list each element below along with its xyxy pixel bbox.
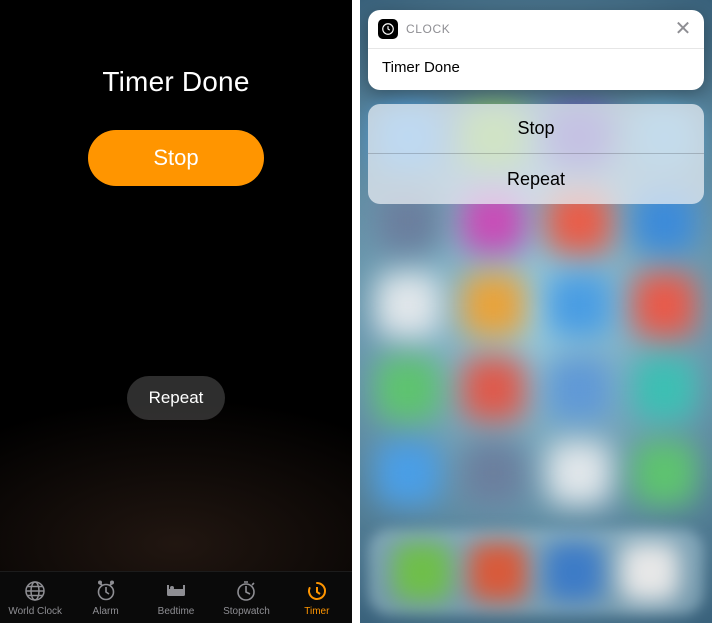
tab-label: Bedtime [158,606,195,617]
timer-done-panel: Timer Done Stop Repeat [0,0,352,571]
notification-app-name: CLOCK [406,22,450,36]
stopwatch-icon [234,579,258,603]
tab-stopwatch[interactable]: Stopwatch [211,579,281,617]
notification-card: CLOCK ✕ Timer Done [368,10,704,90]
globe-icon [23,579,47,603]
tab-label: Stopwatch [223,606,270,617]
alarm-icon [94,579,118,603]
stop-action[interactable]: Stop [368,104,704,154]
homescreen-notification: CLOCK ✕ Timer Done Stop Repeat [360,0,712,623]
clock-app-icon [378,19,398,39]
timer-icon [305,579,329,603]
repeat-action[interactable]: Repeat [368,154,704,204]
clock-app-screen: Timer Done Stop Repeat World Clock [0,0,352,623]
bedtime-icon [164,579,188,603]
tab-alarm[interactable]: Alarm [70,579,140,617]
tab-bedtime[interactable]: Bedtime [141,579,211,617]
tab-label: Alarm [93,606,119,617]
tab-label: Timer [304,606,329,617]
stop-button[interactable]: Stop [88,130,264,186]
notification-title: Timer Done [368,49,704,90]
dock [368,529,704,615]
tab-label: World Clock [8,606,62,617]
notification-actions: Stop Repeat [368,104,704,204]
tab-bar: World Clock Alarm [0,571,352,623]
close-icon[interactable]: ✕ [672,18,694,40]
repeat-button[interactable]: Repeat [127,376,226,420]
timer-done-title: Timer Done [102,66,249,98]
tab-timer[interactable]: Timer [282,579,352,617]
tab-world-clock[interactable]: World Clock [0,579,70,617]
notification-header: CLOCK ✕ [368,10,704,49]
